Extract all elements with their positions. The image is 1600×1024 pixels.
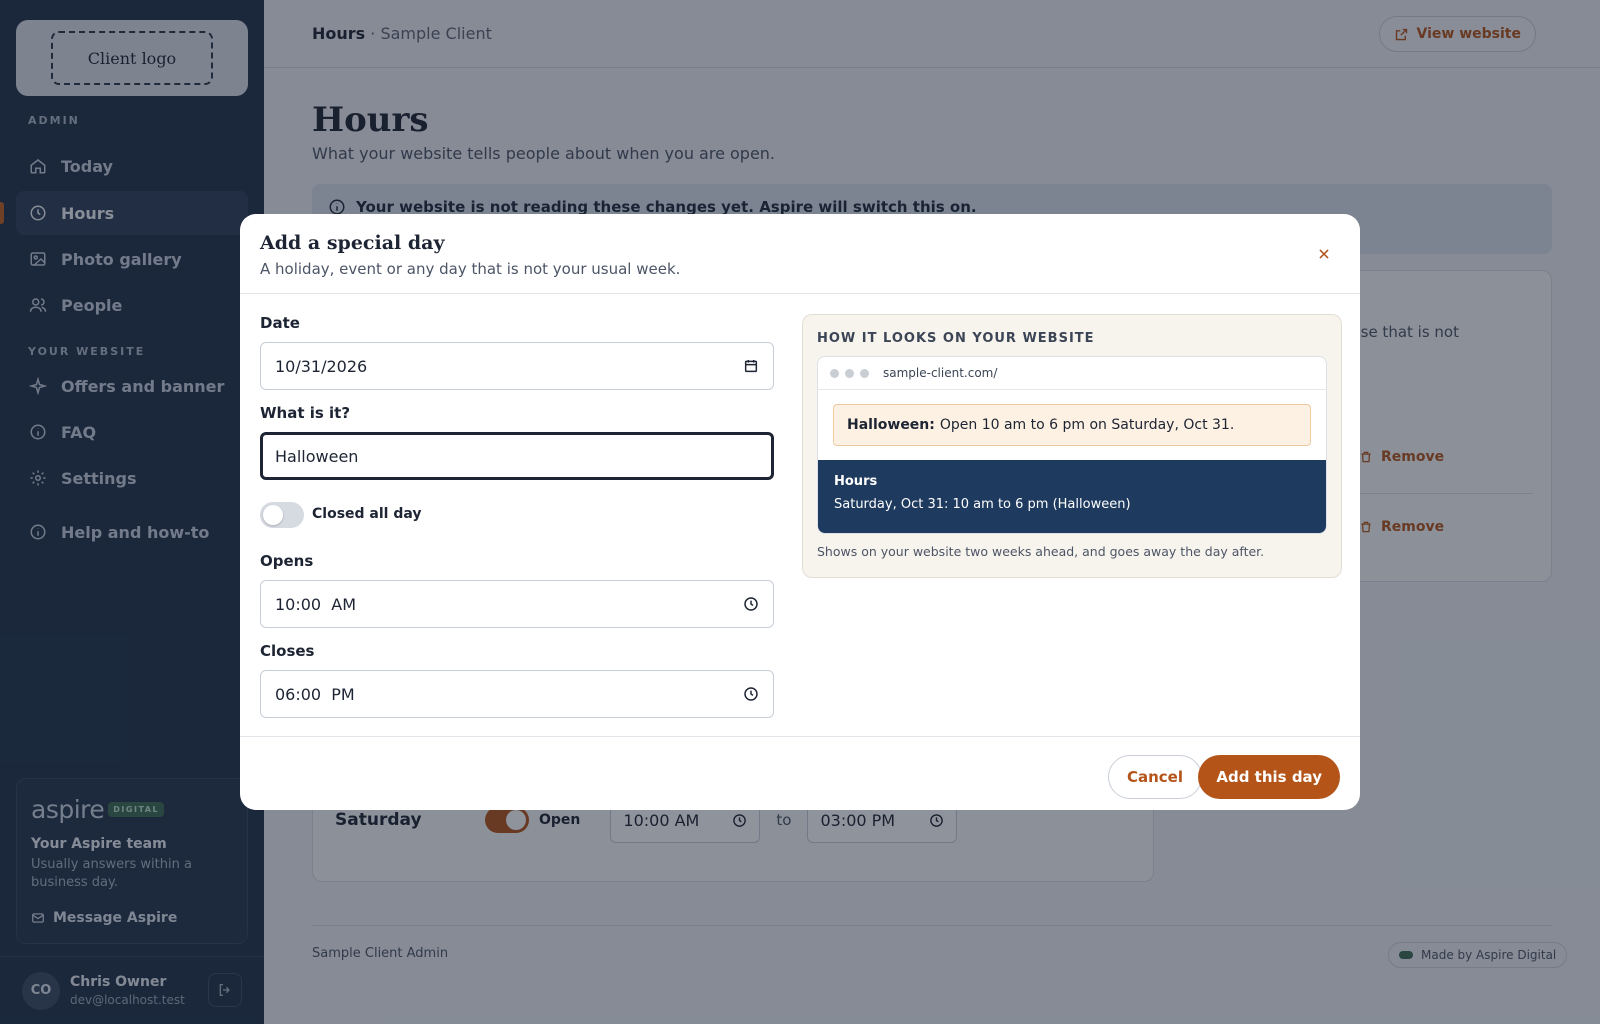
window-dot	[845, 368, 854, 378]
opens-time-input[interactable]: 10:00 AM	[260, 580, 774, 628]
dialog-subtitle: A holiday, event or any day that is not …	[260, 260, 681, 278]
window-dot	[830, 368, 839, 378]
website-preview: HOW IT LOOKS ON YOUR WEBSITE sample-clie…	[802, 314, 1342, 578]
browser-mockup: sample-client.com/ Halloween: Open 10 am…	[817, 356, 1327, 534]
cancel-button[interactable]: Cancel	[1107, 755, 1202, 799]
date-label: Date	[260, 314, 300, 332]
preview-note: Shows on your website two weeks ahead, a…	[817, 544, 1265, 559]
preview-hours-block: Hours Saturday, Oct 31: 10 am to 6 pm (H…	[818, 460, 1326, 533]
add-special-day-dialog: Add a special day A holiday, event or an…	[240, 214, 1360, 810]
calendar-icon	[743, 358, 759, 374]
clock-icon	[743, 596, 759, 612]
clock-icon	[743, 686, 759, 702]
closed-all-day-toggle[interactable]	[260, 502, 304, 528]
dialog-footer: Cancel Add this day	[240, 736, 1360, 810]
close-icon	[1317, 247, 1331, 261]
what-label: What is it?	[260, 404, 351, 422]
dialog-header: Add a special day A holiday, event or an…	[240, 214, 1360, 294]
browser-bar: sample-client.com/	[818, 357, 1326, 390]
opens-label: Opens	[260, 552, 314, 570]
date-input[interactable]: 10/31/2026	[260, 342, 774, 390]
what-input[interactable]: Halloween	[260, 432, 774, 480]
preview-banner: Halloween: Open 10 am to 6 pm on Saturda…	[833, 404, 1311, 446]
preview-url: sample-client.com/	[883, 366, 998, 380]
add-this-day-button[interactable]: Add this day	[1198, 755, 1340, 799]
closes-label: Closes	[260, 642, 315, 660]
preview-heading: HOW IT LOOKS ON YOUR WEBSITE	[817, 331, 1095, 346]
dialog-title: Add a special day	[260, 232, 445, 254]
window-dot	[860, 368, 869, 378]
close-button[interactable]	[1308, 238, 1340, 270]
closed-all-day-label: Closed all day	[312, 506, 422, 522]
closes-time-input[interactable]: 06:00 PM	[260, 670, 774, 718]
